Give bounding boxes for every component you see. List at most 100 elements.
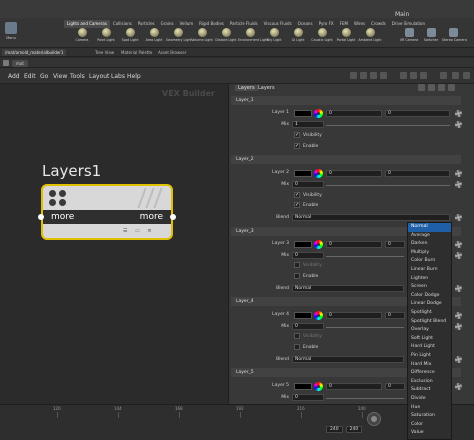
toolbar-icon[interactable] [452, 72, 459, 79]
color-wheel-icon[interactable] [314, 169, 323, 178]
info-icon[interactable] [438, 84, 445, 91]
blend-select[interactable]: Normal [292, 285, 404, 292]
enable-checkbox[interactable]: ✓ [294, 202, 300, 208]
blend-option-hue[interactable]: Hue [408, 404, 451, 413]
shelf-tab[interactable]: Vellum [177, 20, 197, 28]
mix-field[interactable]: 0 [292, 323, 324, 330]
layer-color-field[interactable]: 0 [326, 110, 382, 117]
toolbar-icon[interactable] [440, 72, 447, 79]
blend-option-soft-light[interactable]: Soft Light [408, 335, 451, 344]
blend-option-color-dodge[interactable]: Color Dodge [408, 292, 451, 301]
blend-option-pin-light[interactable]: Pin Light [408, 352, 451, 361]
gear-icon[interactable] [418, 84, 425, 91]
tool-switcher[interactable]: Switcher [420, 28, 442, 42]
visibility-checkbox[interactable] [294, 333, 300, 339]
color-wheel-icon[interactable] [314, 382, 323, 391]
blend-option-normal[interactable]: Normal [408, 223, 451, 232]
toolbar-icon[interactable] [370, 72, 377, 79]
tool-spot-light[interactable]: Spot Light [118, 28, 142, 42]
tool-caustic-light[interactable]: Caustic Light [310, 28, 334, 42]
pane-tab-tree-view[interactable]: Tree View [92, 49, 117, 56]
blend-option-darken[interactable]: Darken [408, 240, 451, 249]
shelf-tab[interactable]: Oceans [295, 20, 316, 28]
layer-color-swatch[interactable] [294, 312, 312, 319]
layer-color-field[interactable]: 0 [385, 312, 405, 319]
layers-node[interactable]: more more ☰ ▭ ≡ [41, 184, 173, 240]
enable-checkbox[interactable] [294, 344, 300, 350]
mix-field[interactable]: 0 [292, 181, 324, 188]
color-wheel-icon[interactable] [314, 109, 323, 118]
blend-option-hard-mix[interactable]: Hard Mix [408, 361, 451, 370]
layer-color-field[interactable]: 0 [385, 170, 450, 177]
mix-slider[interactable] [326, 125, 450, 126]
shelf-tab[interactable]: Collisions [110, 20, 135, 28]
gear-icon[interactable] [455, 121, 462, 128]
gear-icon[interactable] [455, 383, 462, 390]
menu-labs[interactable]: Labs [111, 73, 125, 80]
node-input-port[interactable] [38, 214, 44, 220]
gear-icon[interactable] [455, 110, 462, 117]
tool-camera[interactable]: Camera [70, 28, 94, 42]
menu-edit[interactable]: Edit [24, 73, 36, 80]
node-flag-icons[interactable]: ☰ ▭ ≡ [123, 228, 155, 234]
menu-view[interactable]: View [53, 73, 67, 80]
blend-select[interactable]: Normal [292, 356, 404, 363]
tool-sky-light[interactable]: Sky Light [262, 28, 286, 42]
blend-option-color[interactable]: Color [408, 421, 451, 430]
tool-distant-light[interactable]: Distant Light [214, 28, 238, 42]
range-start-field[interactable]: 240 [326, 426, 343, 433]
tool-gi-light[interactable]: GI Light [286, 28, 310, 42]
mix-field[interactable]: 0 [292, 394, 324, 401]
desktop-title[interactable]: Main [395, 11, 409, 18]
network-editor[interactable] [0, 84, 228, 404]
path-segment[interactable]: mat [12, 60, 28, 67]
tool-vr-camera[interactable]: VR Camera [398, 28, 420, 42]
range-end-field[interactable]: 240 [345, 426, 363, 433]
layer-color-swatch[interactable] [294, 110, 312, 117]
tool-area-light[interactable]: Area Light [142, 28, 166, 42]
blend-option-hard-light[interactable]: Hard Light [408, 343, 451, 352]
shelf-tab[interactable]: Rigid Bodies [196, 20, 227, 28]
gear-icon[interactable] [455, 170, 462, 177]
menu-tools[interactable]: Tools [70, 73, 85, 80]
layer-color-field[interactable]: 0 [385, 110, 450, 117]
visibility-checkbox[interactable] [294, 262, 300, 268]
tool-geometry-light[interactable]: Geometry Light [166, 28, 192, 42]
section-header-layer-2[interactable]: Layer_2 [231, 155, 461, 164]
section-header-layer-1[interactable]: Layer_1 [231, 96, 461, 105]
color-wheel-icon[interactable] [314, 311, 323, 320]
layer-color-swatch[interactable] [294, 383, 312, 390]
blend-option-average[interactable]: Average [408, 232, 451, 241]
blend-option-saturation[interactable]: Saturation [408, 412, 451, 421]
layer-color-swatch[interactable] [294, 241, 312, 248]
gear-icon[interactable] [455, 356, 462, 363]
menu-help[interactable]: Help [127, 73, 141, 80]
toolbar-icon[interactable] [410, 72, 417, 79]
layer-color-field[interactable]: 0 [326, 312, 382, 319]
toolbar-icon[interactable] [400, 72, 407, 79]
gear-icon[interactable] [455, 285, 462, 292]
enable-checkbox[interactable]: ✓ [294, 143, 300, 149]
gear-icon[interactable] [455, 214, 462, 221]
menu-go[interactable]: Go [40, 73, 48, 80]
mix-slider[interactable] [326, 327, 404, 328]
shelf-tab[interactable]: Particle Fluids [227, 20, 261, 28]
gear-icon[interactable] [455, 241, 462, 248]
blend-option-linear-dodge[interactable]: Linear Dodge [408, 300, 451, 309]
pane-tab-material-palette[interactable]: Material Palette [118, 49, 155, 56]
shelf-tab[interactable]: Particles [135, 20, 158, 28]
settings-icon[interactable] [448, 84, 455, 91]
layer-color-field[interactable]: 0 [326, 170, 382, 177]
gear-icon[interactable] [455, 312, 462, 319]
gear-icon[interactable] [455, 323, 462, 330]
toolbar-icon[interactable] [380, 72, 387, 79]
toolbar-icon[interactable] [420, 72, 427, 79]
help-icon[interactable] [428, 84, 435, 91]
shelf-tab[interactable]: Wires [351, 20, 368, 28]
blend-option-lighten[interactable]: Lighten [408, 275, 451, 284]
gear-icon[interactable] [455, 181, 462, 188]
tool-ambient-light[interactable]: Ambient Light [358, 28, 382, 42]
menu-tool[interactable]: Menu [4, 22, 18, 44]
blend-option-value[interactable]: Value [408, 429, 451, 438]
blend-select[interactable]: Normal [292, 214, 450, 221]
